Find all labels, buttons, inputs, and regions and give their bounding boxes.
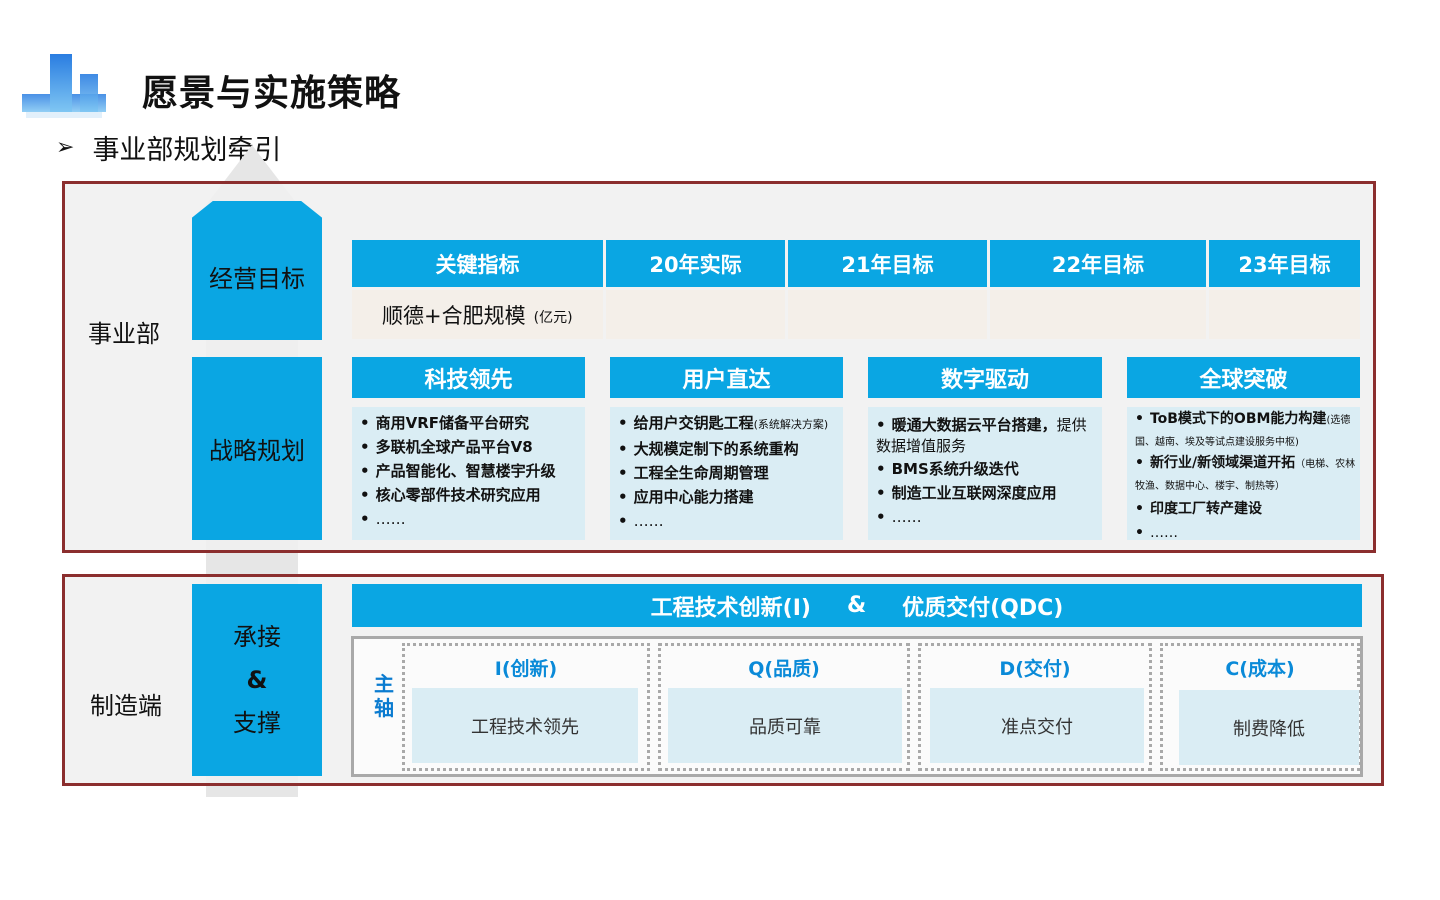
kpi-header-indicator: 关键指标 xyxy=(352,240,603,287)
column-delivery-head: D(交付) xyxy=(999,658,1071,680)
kpi-row-label-text: 顺德+合肥规模 xyxy=(382,303,526,328)
company-logo xyxy=(22,54,106,118)
card-digital-driven-body: • 暖通大数据云平台搭建，提供数据增值服务 • BMS系统升级迭代 • 制造工业互联网… xyxy=(868,407,1102,540)
kpi-cell-2021 xyxy=(788,290,987,339)
strategy-plan-text: 战略规划 xyxy=(209,437,305,465)
banner-amp: & xyxy=(846,593,867,618)
banner-qdc: 优质交付(QDC) xyxy=(902,595,1064,621)
kpi-header-2023: 23年目标 xyxy=(1209,240,1360,287)
kpi-header-2022: 22年目标 xyxy=(990,240,1206,287)
list-item: • 印度工厂转产建设 xyxy=(1135,501,1262,517)
list-item: •…… xyxy=(1135,525,1178,541)
list-item: • 多联机全球产品平台V8 xyxy=(360,438,533,456)
support-block: 承接 & 支撑 xyxy=(192,584,322,776)
support-text-amp: & xyxy=(246,665,268,694)
kpi-cell-2022 xyxy=(990,290,1206,339)
column-cost-head: C(成本) xyxy=(1225,658,1295,680)
list-item: • 商用VRF储备平台研究 xyxy=(360,414,530,432)
list-item: • 制造工业互联网深度应用 xyxy=(876,484,1057,502)
engineering-banner: 工程技术创新(I) & 优质交付(QDC) xyxy=(352,584,1362,627)
kpi-cell-2023 xyxy=(1209,290,1360,339)
business-goal-block: 经营目标 xyxy=(192,201,322,340)
list-item: • 新行业/新领域渠道开拓（电梯、农林牧渔、数据中心、楼宇、制热等） xyxy=(1135,455,1356,492)
list-item: • 大规模定制下的系统重构 xyxy=(618,440,799,458)
kpi-cell-2020 xyxy=(606,290,785,339)
strategy-plan-block: 战略规划 xyxy=(192,357,322,540)
manufacturing-label: 制造端 xyxy=(90,692,162,720)
column-delivery-body: 准点交付 xyxy=(930,688,1144,763)
main-axis-label: 主 轴 xyxy=(374,672,394,720)
list-item: • ToB模式下的OBM能力构建(选德国、越南、埃及等试点建设服务中枢) xyxy=(1135,411,1351,448)
column-innovation-head: I(创新) xyxy=(494,658,558,680)
page-title: 愿景与实施策略 xyxy=(142,73,402,114)
list-item: • BMS系统升级迭代 xyxy=(876,460,1019,478)
support-text-undertake: 承接 xyxy=(233,622,281,651)
business-goal-text: 经营目标 xyxy=(209,265,305,293)
kpi-row-unit: (亿元) xyxy=(533,309,573,326)
list-item: • 暖通大数据云平台搭建，提供数据增值服务 xyxy=(876,416,1087,455)
card-tech-leading-body: • 商用VRF储备平台研究 • 多联机全球产品平台V8 • 产品智能化、智慧楼宇升级 … xyxy=(352,407,585,540)
column-quality-body: 品质可靠 xyxy=(668,688,902,763)
business-unit-label: 事业部 xyxy=(88,320,160,348)
support-text-support: 支撑 xyxy=(233,708,281,737)
card-user-direct-body: • 给用户交钥匙工程(系统解决方案) • 大规模定制下的系统重构 • 工程全生命周期管… xyxy=(610,407,843,540)
card-tech-leading-title: 科技领先 xyxy=(352,357,585,398)
column-quality-head: Q(品质) xyxy=(748,658,820,680)
kpi-header-2021: 21年目标 xyxy=(788,240,987,287)
arrow-icon: ➢ xyxy=(56,135,75,160)
list-item: • 产品智能化、智慧楼宇升级 xyxy=(360,462,556,480)
card-digital-driven-title: 数字驱动 xyxy=(868,357,1102,398)
list-item: •…… xyxy=(360,510,406,528)
kpi-row-label: 顺德+合肥规模 (亿元) xyxy=(352,290,603,339)
list-item: • 给用户交钥匙工程(系统解决方案) xyxy=(618,414,829,432)
column-cost-body: 制费降低 xyxy=(1179,690,1359,765)
card-global-breakthrough-title: 全球突破 xyxy=(1127,357,1360,398)
card-user-direct-title: 用户直达 xyxy=(610,357,843,398)
banner-innovation: 工程技术创新(I) xyxy=(650,595,811,621)
column-innovation-body: 工程技术领先 xyxy=(412,688,638,763)
list-item: • 应用中心能力搭建 xyxy=(618,488,754,506)
list-item: • 核心零部件技术研究应用 xyxy=(360,486,541,504)
list-item: •…… xyxy=(876,508,922,526)
kpi-header-2020: 20年实际 xyxy=(606,240,785,287)
card-global-breakthrough-body: • ToB模式下的OBM能力构建(选德国、越南、埃及等试点建设服务中枢) • 新行业… xyxy=(1127,407,1360,541)
list-item: • 工程全生命周期管理 xyxy=(618,464,769,482)
list-item: •…… xyxy=(618,512,664,530)
